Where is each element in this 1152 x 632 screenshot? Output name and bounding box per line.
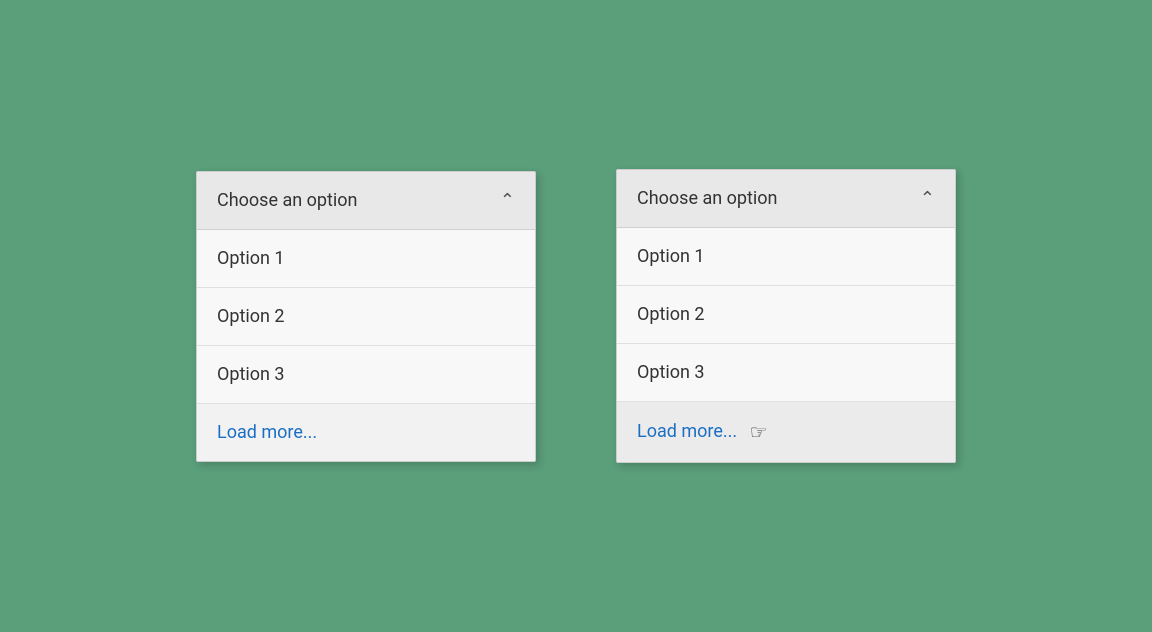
chevron-up-icon: ⌃ <box>500 190 515 211</box>
left-option-1[interactable]: Option 1 <box>197 230 535 288</box>
left-load-more[interactable]: Load more... <box>197 404 535 461</box>
left-dropdown[interactable]: Choose an option ⌃ Option 1 Option 2 Opt… <box>196 171 536 462</box>
pointer-cursor-icon: ☞ <box>750 420 768 444</box>
right-option-1[interactable]: Option 1 <box>617 228 955 286</box>
right-option-2[interactable]: Option 2 <box>617 286 955 344</box>
right-dropdown[interactable]: Choose an option ⌃ Option 1 Option 2 Opt… <box>616 169 956 463</box>
chevron-up-icon: ⌃ <box>920 188 935 209</box>
left-dropdown-header[interactable]: Choose an option ⌃ <box>197 172 535 230</box>
right-load-more[interactable]: Load more... ☞ <box>617 402 955 462</box>
right-option-3[interactable]: Option 3 <box>617 344 955 402</box>
left-dropdown-header-text: Choose an option <box>217 190 358 211</box>
left-option-3[interactable]: Option 3 <box>197 346 535 404</box>
right-dropdown-header[interactable]: Choose an option ⌃ <box>617 170 955 228</box>
left-option-2[interactable]: Option 2 <box>197 288 535 346</box>
right-dropdown-header-text: Choose an option <box>637 188 778 209</box>
